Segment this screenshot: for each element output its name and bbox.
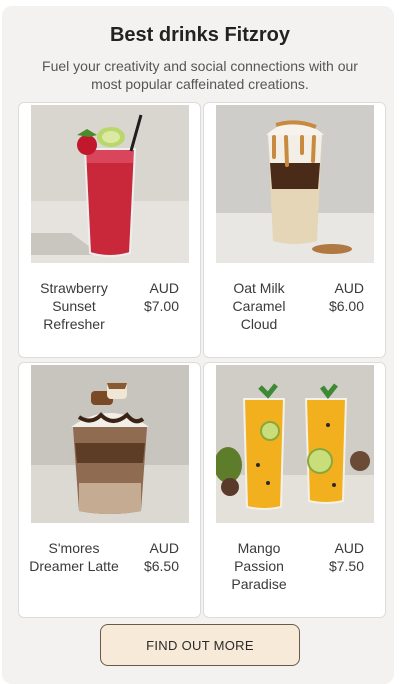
price-currency: AUD — [334, 540, 364, 556]
product-name[interactable]: Mango Passion Paradise — [214, 539, 304, 593]
product-price: AUD $6.50 — [135, 539, 191, 575]
product-card-oat-milk-caramel[interactable]: Oat Milk Caramel Cloud AUD $6.00 — [203, 102, 386, 358]
price-currency: AUD — [149, 280, 179, 296]
price-currency: AUD — [149, 540, 179, 556]
product-name[interactable]: S'mores Dreamer Latte — [29, 539, 119, 575]
product-image-smores[interactable] — [31, 365, 189, 523]
price-amount: $7.00 — [143, 298, 179, 314]
section-subtitle: Fuel your creativity and social connecti… — [42, 58, 358, 92]
product-price: AUD $6.00 — [320, 279, 376, 315]
price-amount: $6.00 — [328, 298, 364, 314]
product-info: Mango Passion Paradise AUD $7.50 — [214, 539, 376, 593]
product-price: AUD $7.50 — [320, 539, 376, 575]
product-image-caramel[interactable] — [216, 105, 374, 263]
product-info: S'mores Dreamer Latte AUD $6.50 — [29, 539, 191, 575]
strawberry-drink-illustration — [31, 105, 189, 263]
product-info: Strawberry Sunset Refresher AUD $7.00 — [29, 279, 191, 333]
product-card-strawberry-sunset[interactable]: Strawberry Sunset Refresher AUD $7.00 — [18, 102, 201, 358]
caramel-latte-illustration — [216, 105, 374, 263]
price-amount: $6.50 — [143, 558, 179, 574]
product-grid: Strawberry Sunset Refresher AUD $7.00 Oa… — [18, 102, 386, 618]
find-out-more-button[interactable]: FIND OUT MORE — [100, 624, 300, 666]
mango-passion-illustration — [216, 365, 374, 523]
product-card-smores-dreamer[interactable]: S'mores Dreamer Latte AUD $6.50 — [18, 362, 201, 618]
price-amount: $7.50 — [328, 558, 364, 574]
product-name[interactable]: Oat Milk Caramel Cloud — [214, 279, 304, 333]
featured-drinks-section: Best drinks Fitzroy Fuel your creativity… — [2, 6, 394, 684]
product-price: AUD $7.00 — [135, 279, 191, 315]
section-title: Best drinks Fitzroy — [109, 24, 291, 46]
smores-latte-illustration — [31, 365, 189, 523]
product-image-mango[interactable] — [216, 365, 374, 523]
product-info: Oat Milk Caramel Cloud AUD $6.00 — [214, 279, 376, 333]
product-card-mango-passion[interactable]: Mango Passion Paradise AUD $7.50 — [203, 362, 386, 618]
product-name[interactable]: Strawberry Sunset Refresher — [29, 279, 119, 333]
price-currency: AUD — [334, 280, 364, 296]
product-image-strawberry[interactable] — [31, 105, 189, 263]
